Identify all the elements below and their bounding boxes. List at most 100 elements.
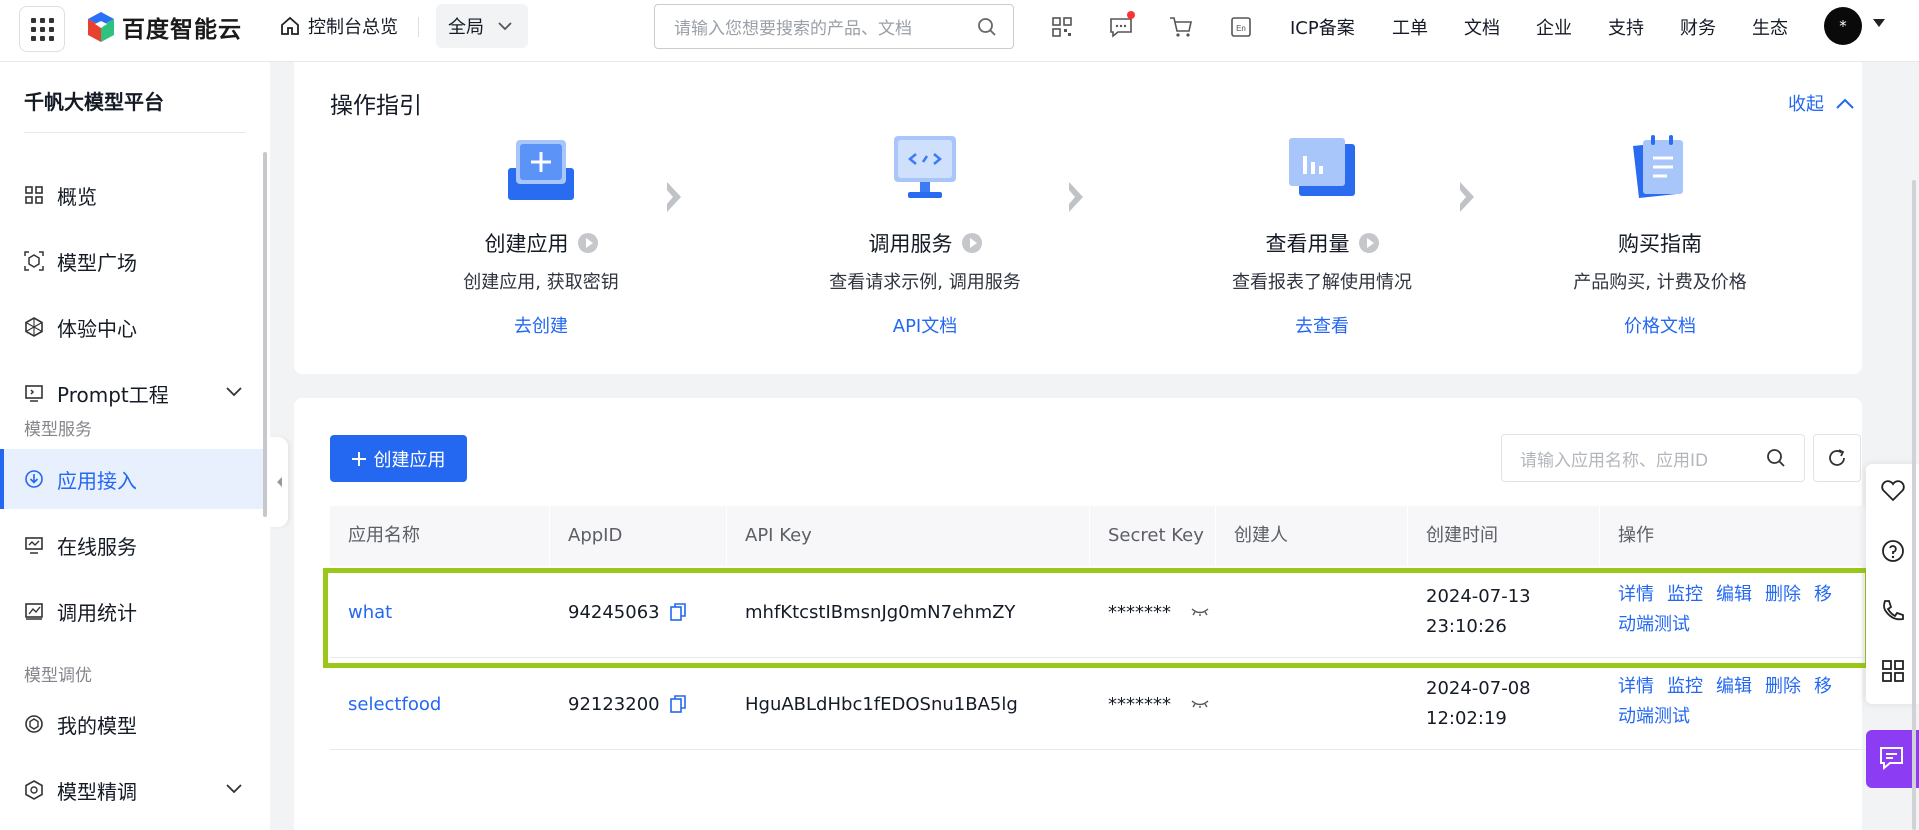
creator-value (1216, 658, 1234, 750)
nav-icp[interactable]: ICP备案 (1290, 14, 1360, 39)
scope-select[interactable]: 全局 (436, 4, 528, 48)
phone-icon[interactable] (1880, 598, 1906, 624)
step-desc: 查看报表了解使用情况 (1232, 272, 1412, 293)
search-icon[interactable] (977, 17, 997, 37)
table-row: selectfood 92123200 HguABLdHbc1fEDOSnu1B… (330, 658, 1868, 750)
step-link[interactable]: 去查看 (1172, 312, 1472, 338)
sidebar-item-app-access[interactable]: 应用接入 (0, 449, 266, 509)
grid-icon (30, 17, 54, 41)
edit-link[interactable]: 编辑 (1716, 676, 1752, 697)
sidebar-item-label: 概览 (57, 184, 97, 209)
sidebar-collapse-handle[interactable] (270, 437, 288, 527)
sidebar-item-fine-tune[interactable]: 模型精调 (0, 760, 266, 820)
chevron-right-icon (1460, 182, 1474, 212)
detail-link[interactable]: 详情 (1618, 676, 1654, 697)
create-app-illustration-icon (508, 140, 574, 200)
grid-icon[interactable] (1880, 658, 1906, 684)
dashboard-icon (25, 186, 43, 204)
sidebar-item-online-service[interactable]: 在线服务 (0, 515, 266, 575)
step-link[interactable]: 去创建 (391, 312, 691, 338)
play-icon[interactable] (577, 233, 598, 253)
chevron-right-icon (1069, 182, 1083, 212)
create-app-label: 创建应用 (373, 449, 446, 471)
download-circle-icon (25, 470, 43, 488)
collapse-button[interactable]: 收起 (1788, 90, 1854, 116)
sidebar-group-label: 模型调优 (24, 666, 92, 686)
brand-logo[interactable]: 百度智能云 (86, 10, 242, 44)
avatar[interactable]: * (1824, 7, 1862, 45)
sidebar-group-label: 模型服务 (24, 420, 92, 440)
sidebar-item-model-square[interactable]: 模型广场 (0, 231, 266, 291)
qrcode-icon[interactable] (1049, 14, 1075, 40)
sidebar-item-overview[interactable]: 概览 (0, 165, 266, 225)
language-icon[interactable]: En (1228, 14, 1254, 40)
cart-icon[interactable] (1168, 14, 1194, 40)
app-name-link[interactable]: selectfood (330, 658, 441, 750)
page-scrollbar[interactable] (1912, 180, 1916, 830)
app-search-input[interactable]: 请输入应用名称、应用ID (1501, 434, 1805, 482)
column-header: Secret Key (1090, 506, 1216, 566)
sidebar-item-label: Prompt工程 (57, 382, 169, 407)
sidebar-item-call-stats[interactable]: 调用统计 (0, 581, 266, 641)
step-link[interactable]: 价格文档 (1510, 312, 1810, 338)
nav-docs[interactable]: 文档 (1464, 14, 1500, 39)
chevron-left-icon (277, 477, 282, 487)
nav-finance[interactable]: 财务 (1680, 14, 1716, 39)
guide-step-view-usage: 查看用量 查看报表了解使用情况 去查看 (1172, 132, 1472, 338)
usage-illustration-icon (1289, 138, 1355, 196)
column-header: API Key (727, 506, 1090, 566)
play-icon[interactable] (1358, 233, 1379, 253)
hexagon-icon (25, 317, 43, 337)
chevron-down-icon (498, 21, 512, 30)
column-header: 应用名称 (330, 506, 550, 566)
message-icon[interactable] (1108, 11, 1135, 40)
sidebar-item-my-models[interactable]: 我的模型 (0, 694, 266, 754)
eye-closed-icon[interactable] (1191, 699, 1209, 709)
search-icon[interactable] (1766, 448, 1786, 468)
appid-cell: 92123200 (550, 658, 686, 750)
console-home-link[interactable]: 控制台总览 (280, 14, 398, 38)
create-app-button[interactable]: 创建应用 (330, 435, 467, 482)
sidebar-scrollbar[interactable] (263, 152, 267, 517)
cube-scan-icon (24, 251, 44, 271)
model-icon (25, 715, 43, 733)
step-name: 创建应用 (484, 232, 569, 256)
help-icon[interactable] (1880, 538, 1906, 564)
step-name: 查看用量 (1265, 232, 1350, 256)
step-desc: 创建应用, 获取密钥 (463, 272, 619, 293)
nav-ticket[interactable]: 工单 (1392, 14, 1428, 39)
created-time-cell: 2024-07-08 12:02:19 (1408, 658, 1531, 750)
step-link[interactable]: API文档 (775, 312, 1075, 338)
chevron-down-icon (226, 387, 242, 397)
purchase-guide-illustration-icon (1633, 135, 1683, 198)
chat-icon (1879, 747, 1903, 771)
copy-icon[interactable] (669, 695, 686, 713)
delete-link[interactable]: 删除 (1765, 676, 1801, 697)
appid-value: 92123200 (568, 693, 660, 715)
nav-ecosystem[interactable]: 生态 (1752, 14, 1788, 39)
caret-down-icon[interactable] (1872, 18, 1886, 28)
divider (24, 132, 246, 133)
step-desc: 产品购买, 计费及价格 (1573, 272, 1747, 293)
api-key-value: HguABLdHbc1fEDOSnu1BA5lg (745, 693, 1018, 715)
notification-dot (1127, 11, 1135, 19)
collapse-label: 收起 (1788, 94, 1824, 115)
svg-text:En: En (1236, 24, 1246, 33)
sidebar-item-prompt[interactable]: Prompt工程 (0, 363, 266, 423)
divider (418, 17, 419, 37)
apps-menu-button[interactable] (19, 6, 65, 52)
refresh-button[interactable] (1813, 434, 1861, 482)
sidebar-item-experience-center[interactable]: 体验中心 (0, 297, 266, 357)
nav-support[interactable]: 支持 (1608, 14, 1644, 39)
heart-icon[interactable] (1880, 478, 1906, 504)
column-header: AppID (550, 506, 727, 566)
nav-enterprise[interactable]: 企业 (1536, 14, 1572, 39)
top-bar: 百度智能云 控制台总览 全局 请输入您想要搜索的产品、文档 En ICP备案 工… (0, 0, 1919, 62)
table-header: 应用名称 AppID API Key Secret Key 创建人 创建时间 操… (330, 506, 1868, 566)
play-icon[interactable] (961, 233, 982, 253)
created-date: 2024-07-08 (1426, 678, 1531, 699)
global-search-input[interactable]: 请输入您想要搜索的产品、文档 (654, 4, 1014, 49)
monitor-icon (25, 537, 43, 554)
row-actions: 详情 监控 编辑 删除 移动端测试 (1600, 672, 1832, 732)
monitor-link[interactable]: 监控 (1667, 676, 1703, 697)
